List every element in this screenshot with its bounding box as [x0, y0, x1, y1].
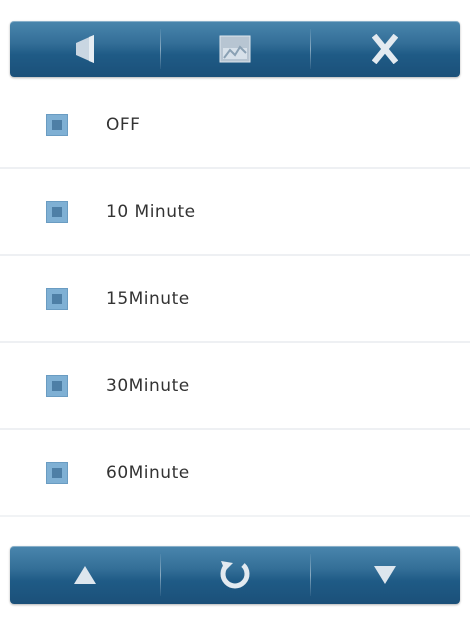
list-item-15-minute[interactable]: 15Minute — [0, 256, 470, 343]
option-label: 15Minute — [106, 288, 190, 309]
checkbox[interactable] — [46, 461, 68, 484]
refresh-icon — [220, 561, 250, 589]
down-arrow-icon — [374, 566, 396, 584]
option-label: 30Minute — [106, 375, 190, 396]
list-item-10-minute[interactable]: 10 Minute — [0, 169, 470, 256]
refresh-button[interactable] — [160, 546, 310, 604]
up-arrow-icon — [74, 566, 96, 584]
close-button[interactable] — [310, 21, 460, 77]
top-toolbar — [10, 21, 460, 77]
back-arrow-icon — [76, 35, 94, 63]
timer-option-list: OFF 10 Minute 15Minute 30Minute 60Minute — [0, 82, 470, 517]
close-icon — [372, 34, 398, 64]
back-button[interactable] — [10, 21, 160, 77]
bottom-toolbar — [10, 546, 460, 604]
option-label: 10 Minute — [106, 201, 196, 222]
scroll-down-button[interactable] — [310, 546, 460, 604]
option-label: OFF — [106, 114, 141, 135]
checkbox[interactable] — [46, 374, 68, 397]
home-icon — [219, 35, 251, 63]
checkbox[interactable] — [46, 200, 68, 223]
list-item-60-minute[interactable]: 60Minute — [0, 430, 470, 517]
checkbox[interactable] — [46, 113, 68, 136]
option-label: 60Minute — [106, 462, 190, 483]
home-button[interactable] — [160, 21, 310, 77]
list-item-30-minute[interactable]: 30Minute — [0, 343, 470, 430]
list-item-off[interactable]: OFF — [0, 82, 470, 169]
checkbox[interactable] — [46, 287, 68, 310]
scroll-up-button[interactable] — [10, 546, 160, 604]
